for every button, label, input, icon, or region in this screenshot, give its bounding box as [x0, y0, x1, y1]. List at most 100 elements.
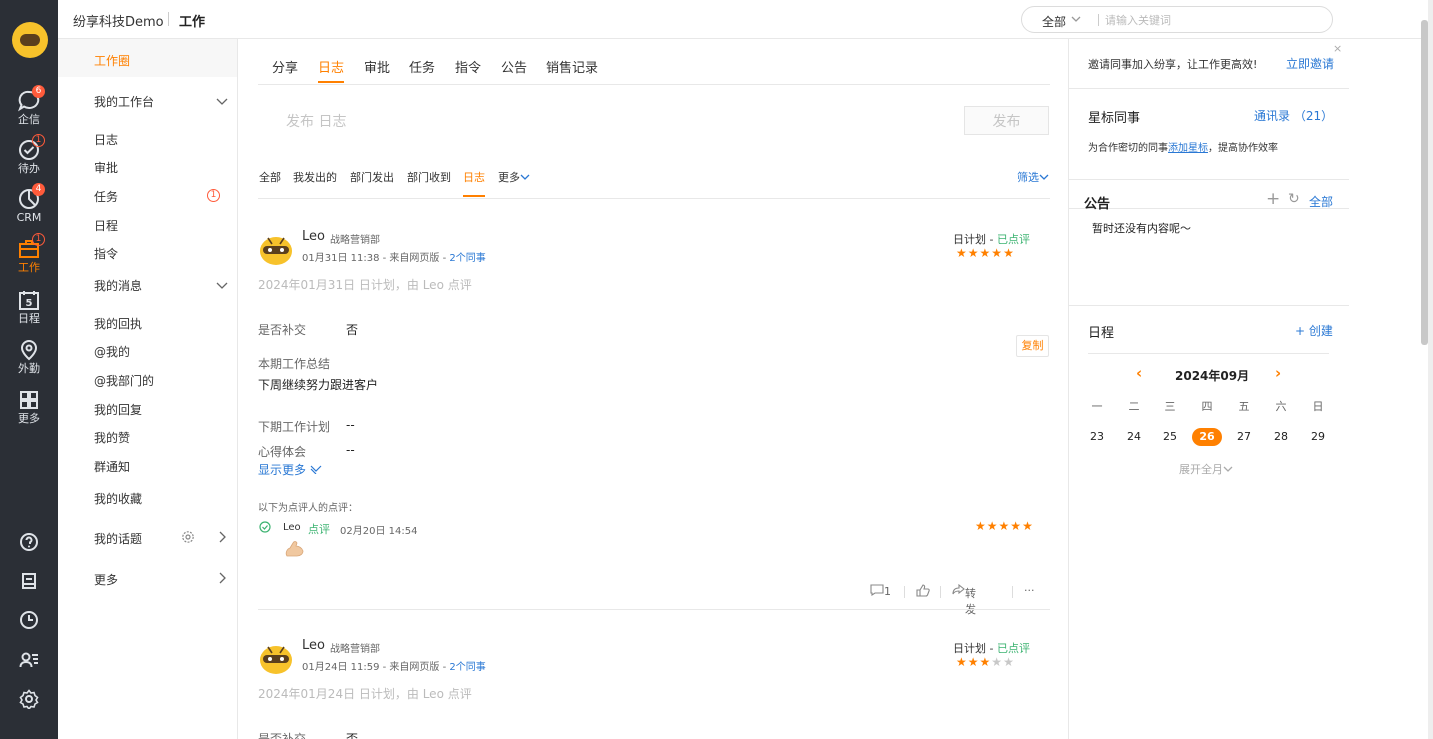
rail-item-messaging[interactable]: 企信 6	[0, 84, 58, 130]
filter-log[interactable]: 日志	[463, 169, 485, 197]
filter-dept-received[interactable]: 部门收到	[407, 169, 451, 185]
tab-sales-record[interactable]: 销售记录	[546, 57, 598, 76]
page-scrollbar[interactable]	[1421, 20, 1428, 345]
copy-button[interactable]: 复制	[1016, 335, 1049, 357]
sidebar-item-instruction[interactable]: 指令	[94, 245, 118, 262]
rail-item-calendar[interactable]: 5 日程	[0, 283, 58, 329]
forward-button[interactable]: 转发	[952, 583, 976, 616]
announcement-all-link[interactable]: 全部	[1309, 193, 1333, 210]
filter-dept-sent[interactable]: 部门发出	[350, 169, 394, 185]
sidebar-item-mentions[interactable]: @我的	[94, 343, 130, 360]
post-colleagues-link[interactable]: 2个同事	[449, 253, 485, 264]
more-actions-button[interactable]: ···	[1024, 584, 1035, 597]
tab-share[interactable]: 分享	[272, 57, 298, 76]
add-star-link[interactable]: 添加星标	[1168, 143, 1208, 154]
sidebar-item-replies[interactable]: 我的回复	[94, 401, 142, 418]
filter-dropdown[interactable]: 筛选	[1017, 169, 1049, 185]
thumbs-up-icon	[916, 584, 930, 597]
comment-button[interactable]: 1	[870, 584, 891, 599]
settings-button[interactable]	[0, 685, 58, 713]
sidebar-item-approval[interactable]: 审批	[94, 159, 118, 176]
plan-type-label: 日计划	[953, 642, 986, 655]
avatar[interactable]	[258, 638, 294, 676]
search-input[interactable]	[1105, 12, 1315, 28]
create-event-button[interactable]: + 创建	[1295, 322, 1333, 339]
company-name: 纷享科技Demo	[73, 15, 164, 30]
rail-item-todo[interactable]: 待办 1	[0, 133, 58, 179]
publish-button[interactable]: 发布	[964, 106, 1049, 135]
calendar-day[interactable]: 23	[1081, 430, 1113, 443]
post-colleagues-link[interactable]: 2个同事	[449, 662, 485, 673]
sidebar-item-group-notices[interactable]: 群通知	[94, 458, 130, 475]
sidebar-item-likes[interactable]: 我的赞	[94, 429, 130, 446]
invite-link[interactable]: 立即邀请	[1286, 55, 1334, 72]
chevron-left-icon[interactable]: ‹	[1136, 364, 1142, 382]
chevron-right-icon[interactable]	[218, 531, 226, 543]
search-scope-select[interactable]: 全部	[1042, 13, 1066, 30]
refresh-icon[interactable]: ↻	[1288, 191, 1300, 207]
star-filled-icon: ★	[986, 519, 999, 533]
expand-month-button[interactable]: 展开全月	[1179, 461, 1233, 477]
calendar-day[interactable]: 25	[1154, 430, 1186, 443]
invite-banner: 邀请同事加入纷享，让工作更高效! 立即邀请 ×	[1069, 39, 1349, 89]
chevron-down-icon[interactable]	[216, 280, 228, 290]
post-author[interactable]: Leo	[302, 229, 325, 244]
plus-icon[interactable]: +	[1266, 189, 1280, 209]
sidebar-item-more[interactable]: 更多	[94, 571, 118, 588]
tab-announcement[interactable]: 公告	[501, 57, 527, 76]
history-button[interactable]	[0, 606, 58, 634]
rail-item-crm[interactable]: CRM 4	[0, 182, 58, 228]
show-more-link[interactable]: 显示更多	[258, 461, 322, 478]
contacts-button[interactable]	[0, 646, 58, 674]
sidebar-item-topics[interactable]: 我的话题	[94, 530, 142, 547]
rail-item-field[interactable]: 外勤	[0, 333, 58, 379]
tab-instruction[interactable]: 指令	[455, 57, 481, 76]
contacts-link[interactable]: 通讯录 （21）	[1254, 107, 1333, 124]
gear-icon[interactable]	[181, 530, 195, 544]
close-icon[interactable]: ×	[1333, 42, 1342, 55]
sidebar-item-schedule[interactable]: 日程	[94, 217, 118, 234]
chevron-right-icon[interactable]: ›	[1275, 364, 1281, 382]
filter-more[interactable]: 更多	[498, 169, 530, 185]
compose-input[interactable]: 发布 日志	[286, 111, 346, 131]
tab-approval[interactable]: 审批	[364, 57, 390, 76]
sidebar-item-dept-mentions[interactable]: @我部门的	[94, 372, 154, 389]
sidebar-item-favorites[interactable]: 我的收藏	[94, 490, 142, 507]
calendar-day[interactable]: 24	[1118, 430, 1150, 443]
sidebar-group-workbench[interactable]: 我的工作台	[94, 93, 154, 110]
field-label-resubmit: 是否补交	[258, 323, 307, 337]
sidebar-item-work-circle[interactable]: 工作圈	[58, 39, 237, 77]
sidebar-group-messages[interactable]: 我的消息	[94, 277, 142, 294]
chevron-down-icon[interactable]	[216, 96, 228, 106]
calendar-day-today[interactable]: 26	[1191, 430, 1223, 443]
help-button[interactable]	[0, 528, 58, 556]
filter-all[interactable]: 全部	[259, 169, 281, 185]
reviewer-name[interactable]: Leo	[283, 522, 301, 533]
review-status: 已点评	[996, 642, 1030, 655]
field-label-resubmit: 是否补交	[258, 732, 307, 739]
calendar-day[interactable]: 29	[1302, 430, 1334, 443]
sidebar-item-receipts[interactable]: 我的回执	[94, 315, 142, 332]
filter-sent[interactable]: 我发出的	[293, 169, 337, 185]
rail-item-more[interactable]: 更多	[0, 383, 58, 429]
avatar[interactable]	[258, 229, 294, 267]
chevron-right-icon[interactable]	[218, 572, 226, 584]
review-time: 02月20日 14:54	[340, 526, 418, 537]
post-source: - 来自网页版 -	[379, 253, 450, 264]
like-button[interactable]	[916, 584, 930, 600]
notes-button[interactable]	[0, 567, 58, 595]
tab-log[interactable]: 日志	[318, 57, 345, 83]
post-divider	[258, 609, 1050, 610]
calendar-day[interactable]: 27	[1228, 430, 1260, 443]
post-author[interactable]: Leo	[302, 638, 325, 653]
sidebar-item-log[interactable]: 日志	[94, 131, 118, 148]
sidebar-item-task[interactable]: 任务	[94, 188, 118, 205]
tab-task[interactable]: 任务	[409, 57, 435, 76]
calendar-widget: 日程 + 创建 ‹ 2024年09月 › 一 二 三 四 五 六 日 23 24…	[1069, 307, 1349, 507]
post-subtitle: 2024年01月24日 日计划，由 Leo 点评	[258, 687, 472, 701]
calendar-day[interactable]: 28	[1265, 430, 1297, 443]
rail-item-work[interactable]: 工作 1	[0, 232, 58, 278]
chevron-down-icon[interactable]	[1071, 14, 1081, 24]
weekday-label: 六	[1275, 400, 1287, 413]
filter-dropdown-label: 筛选	[1017, 171, 1039, 184]
